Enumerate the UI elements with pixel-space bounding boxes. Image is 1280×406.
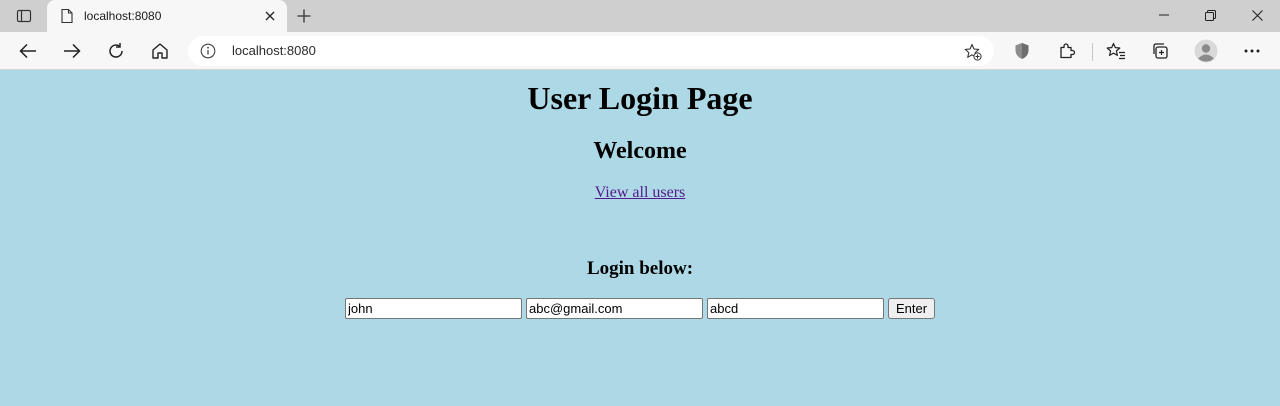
browser-toolbar: localhost:8080 <box>0 32 1280 70</box>
toolbar-divider <box>1092 43 1093 61</box>
collections-icon[interactable] <box>1146 37 1174 65</box>
tab-title: localhost:8080 <box>84 9 162 23</box>
password-input[interactable] <box>707 298 884 319</box>
tab-strip: localhost:8080 <box>0 0 1280 32</box>
minimize-icon[interactable] <box>1141 0 1187 30</box>
info-icon[interactable] <box>200 43 216 59</box>
back-icon[interactable] <box>14 37 42 65</box>
login-heading: Login below: <box>586 258 694 279</box>
restore-icon[interactable] <box>1187 0 1233 30</box>
users-link-container: View all users <box>0 184 1280 202</box>
add-favorite-icon[interactable] <box>964 43 982 61</box>
browser-tab[interactable]: localhost:8080 <box>47 0 287 32</box>
enter-button[interactable]: Enter <box>888 298 935 319</box>
view-all-users-link[interactable]: View all users <box>595 184 686 201</box>
favorites-icon[interactable] <box>1102 37 1130 65</box>
page-title: User Login Page <box>527 80 753 116</box>
forward-icon[interactable] <box>58 37 86 65</box>
refresh-icon[interactable] <box>102 37 130 65</box>
name-input[interactable] <box>345 298 522 319</box>
close-window-icon[interactable] <box>1234 0 1280 30</box>
home-icon[interactable] <box>146 37 174 65</box>
url-text: localhost:8080 <box>232 43 316 58</box>
welcome-heading: Welcome <box>593 138 687 164</box>
page-content: User Login Page Welcome View all users L… <box>0 71 1280 406</box>
address-bar[interactable]: localhost:8080 <box>188 36 994 66</box>
new-tab-icon[interactable] <box>292 4 316 28</box>
tab-actions-icon[interactable] <box>8 4 40 28</box>
shield-icon[interactable] <box>1008 37 1036 65</box>
login-form: Enter <box>345 298 945 320</box>
close-tab-icon[interactable] <box>262 8 278 24</box>
page-icon <box>59 8 75 24</box>
profile-avatar-icon[interactable] <box>1192 37 1220 65</box>
more-menu-icon[interactable] <box>1238 37 1266 65</box>
extensions-icon[interactable] <box>1053 37 1081 65</box>
email-input[interactable] <box>526 298 703 319</box>
